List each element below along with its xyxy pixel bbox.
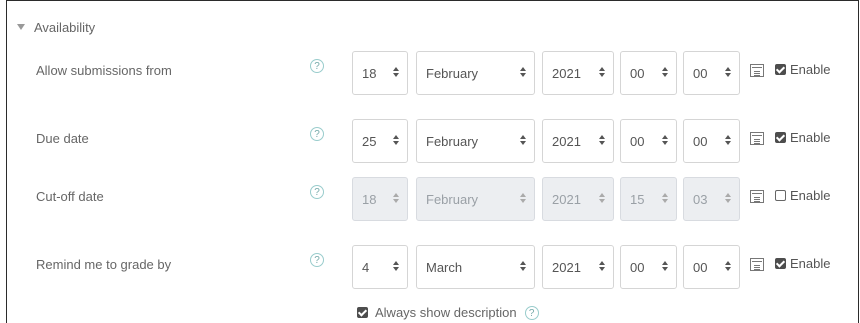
minute-select[interactable]: 00 xyxy=(683,119,740,163)
help-icon[interactable]: ? xyxy=(310,127,324,141)
enable-checkbox[interactable] xyxy=(775,258,786,269)
calendar-icon[interactable] xyxy=(750,64,764,77)
enable-label[interactable]: Enable xyxy=(790,188,830,203)
minute-select: 03 xyxy=(683,177,740,221)
year-select[interactable]: 2021 xyxy=(542,119,614,163)
year-select: 2021 xyxy=(542,177,614,221)
help-icon[interactable]: ? xyxy=(310,185,324,199)
day-select[interactable]: 25 xyxy=(352,119,408,163)
help-icon[interactable]: ? xyxy=(524,305,539,320)
hour-select[interactable]: 00 xyxy=(620,51,677,95)
row-due-date: Due date ? 25 February 2021 00 00 Enable xyxy=(7,119,860,165)
row-allow-submissions-from: Allow submissions from ? 18 February 202… xyxy=(7,51,860,97)
help-icon[interactable]: ? xyxy=(310,253,324,267)
minute-select[interactable]: 00 xyxy=(683,51,740,95)
enable-label[interactable]: Enable xyxy=(790,256,830,271)
row-cut-off-date: Cut-off date ? 18 February 2021 15 03 En… xyxy=(7,177,860,223)
month-select[interactable]: March xyxy=(416,245,535,289)
day-select: 18 xyxy=(352,177,408,221)
day-select[interactable]: 18 xyxy=(352,51,408,95)
minute-select[interactable]: 00 xyxy=(683,245,740,289)
day-select[interactable]: 4 xyxy=(352,245,408,289)
hour-select: 15 xyxy=(620,177,677,221)
always-show-description-checkbox[interactable] xyxy=(357,307,368,318)
row-label: Remind me to grade by xyxy=(36,257,172,272)
month-select[interactable]: February xyxy=(416,51,535,95)
collapse-caret-icon[interactable] xyxy=(17,24,25,30)
enable-label[interactable]: Enable xyxy=(790,62,830,77)
enable-checkbox[interactable] xyxy=(775,132,786,143)
row-remind-me-to-grade-by: Remind me to grade by ? 4 March 2021 00 … xyxy=(7,245,860,291)
enable-label[interactable]: Enable xyxy=(790,130,830,145)
calendar-icon[interactable] xyxy=(750,190,764,203)
always-show-description-control: Always show description ? xyxy=(357,305,539,320)
enable-checkbox[interactable] xyxy=(775,190,786,201)
availability-frame: Availability Allow submissions from ? 18… xyxy=(6,0,859,323)
help-icon[interactable]: ? xyxy=(310,59,324,73)
row-label: Due date xyxy=(36,131,89,146)
row-label: Cut-off date xyxy=(36,189,104,204)
row-label: Allow submissions from xyxy=(36,63,172,78)
calendar-icon[interactable] xyxy=(750,258,764,271)
year-select[interactable]: 2021 xyxy=(542,245,614,289)
month-select[interactable]: February xyxy=(416,119,535,163)
enable-checkbox[interactable] xyxy=(775,64,786,75)
always-show-description-label[interactable]: Always show description xyxy=(375,305,517,320)
section-title: Availability xyxy=(34,19,96,35)
calendar-icon[interactable] xyxy=(750,132,764,145)
section-header[interactable]: Availability xyxy=(17,15,95,39)
month-select: February xyxy=(416,177,535,221)
year-select[interactable]: 2021 xyxy=(542,51,614,95)
hour-select[interactable]: 00 xyxy=(620,245,677,289)
hour-select[interactable]: 00 xyxy=(620,119,677,163)
